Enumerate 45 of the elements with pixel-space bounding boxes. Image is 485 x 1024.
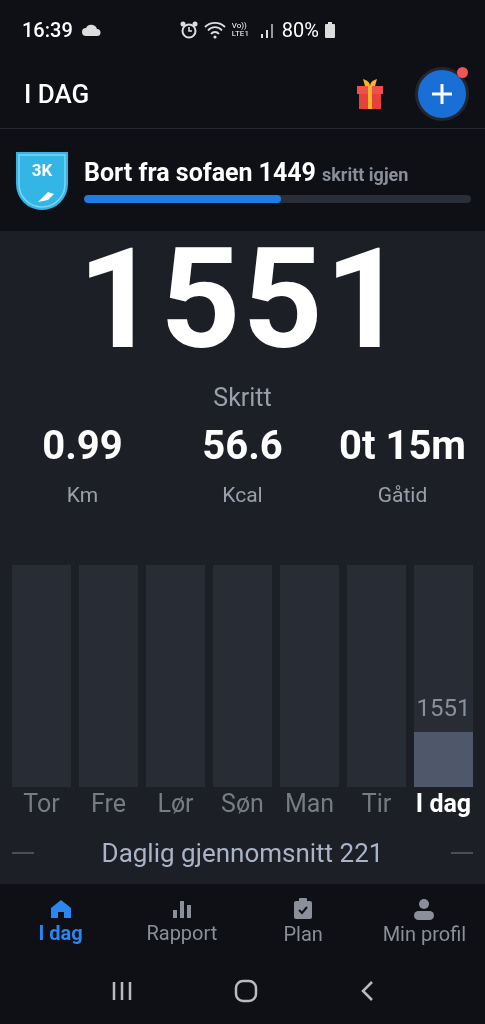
stat-value: 0t 15m xyxy=(339,422,466,469)
clipboard-icon xyxy=(293,897,314,920)
day-bar[interactable]: 1551 xyxy=(414,565,473,787)
day-label: Man xyxy=(284,789,335,818)
network-label: Vo)) LTE1 xyxy=(231,22,250,38)
gift-icon[interactable] xyxy=(355,77,385,111)
step-label: Skritt xyxy=(213,383,272,412)
page-title: I DAG xyxy=(24,79,90,109)
back-icon[interactable] xyxy=(360,980,375,1002)
day-label: Fre xyxy=(91,789,126,818)
stat-label: Kcal xyxy=(222,483,263,507)
home-icon xyxy=(49,898,72,919)
alarm-icon xyxy=(179,21,198,39)
battery-icon xyxy=(325,22,335,38)
stat-label: Gåtid xyxy=(377,483,428,507)
daily-average: Daglig gjennomsnitt 221 xyxy=(100,838,385,868)
day-label: Søn xyxy=(221,789,264,818)
home-button-icon[interactable] xyxy=(234,979,259,1003)
nav-tab[interactable]: I dag xyxy=(0,898,122,945)
plus-icon xyxy=(430,82,454,106)
wifi-icon xyxy=(203,21,226,39)
signal-icon xyxy=(259,22,276,38)
add-button[interactable] xyxy=(415,67,469,121)
remaining-label: skritt igjen xyxy=(321,163,409,185)
day-label: Tir xyxy=(361,789,392,818)
stat-value: 56.6 xyxy=(202,422,283,469)
day-label: Tor xyxy=(23,789,60,818)
challenge-title: Bort fra sofaen xyxy=(84,157,253,187)
day-label: I dag xyxy=(415,789,472,818)
cloud-icon xyxy=(80,23,101,37)
day-label: Lør xyxy=(157,789,194,818)
nav-tab[interactable]: Min profil xyxy=(363,897,485,946)
battery-percent: 80% xyxy=(281,18,319,42)
person-icon xyxy=(412,897,437,920)
nav-tab[interactable]: Rapport xyxy=(121,898,243,945)
clock: 16:39 xyxy=(22,18,73,42)
nav-tab[interactable]: Plan xyxy=(242,897,364,946)
bar-chart-icon xyxy=(170,898,193,919)
stat-value: 0.99 xyxy=(42,422,123,469)
remaining-steps: 1449 xyxy=(258,157,316,187)
stat-label: Km xyxy=(66,483,99,507)
bar-value: 1551 xyxy=(416,693,471,722)
recent-apps-icon[interactable] xyxy=(110,981,133,1001)
step-count: 1551 xyxy=(77,229,408,369)
challenge-badge: 3K xyxy=(14,150,70,210)
